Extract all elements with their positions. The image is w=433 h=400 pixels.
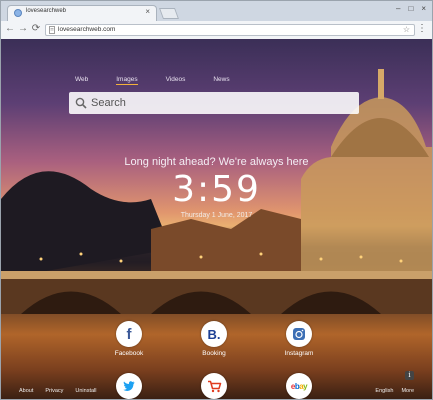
tab-bar: lovesearchweb × – □ × [1,1,432,21]
nav-videos[interactable]: Videos [166,76,186,85]
tab-close-icon[interactable]: × [145,7,150,16]
tile-facebook[interactable]: f Facebook [104,321,154,357]
clock-date: Thursday 1 June, 2017 [180,212,253,219]
back-icon[interactable]: ← [4,23,16,34]
reload-icon[interactable]: ⟳ [30,23,42,34]
favicon-icon [14,9,22,17]
nav-images[interactable]: Images [116,76,138,85]
search-type-nav: Web Images Videos News [75,76,230,85]
search-icon [75,97,87,109]
page-info-icon [49,26,55,34]
language-selector[interactable]: English [375,388,393,394]
footer-privacy[interactable]: Privacy [45,388,63,394]
tile-label: Facebook [114,350,144,357]
url-text: lovesearchweb.com [58,26,116,33]
close-window-icon[interactable]: × [421,4,426,13]
new-tab-page: Web Images Videos News Search Long night… [1,39,432,399]
bookmark-star-icon[interactable]: ☆ [403,25,410,34]
footer-right-links: English More [375,388,414,394]
footer-uninstall[interactable]: Uninstall [75,388,96,394]
minimize-icon[interactable]: – [396,4,400,13]
address-bar[interactable]: lovesearchweb.com ☆ [45,24,415,36]
tile-instagram[interactable]: Instagram [274,321,324,357]
search-placeholder: Search [91,97,126,109]
shopping-cart-icon [201,373,227,399]
tile-twitter[interactable] [104,373,154,399]
ebay-icon: ebay [286,373,312,399]
nav-web[interactable]: Web [75,76,88,85]
browser-menu-icon[interactable]: ⋮ [417,23,427,34]
more-link[interactable]: More [401,388,414,394]
booking-icon: B. [201,321,227,347]
twitter-icon [116,373,142,399]
maximize-icon[interactable]: □ [408,4,413,13]
new-tab-button[interactable] [158,8,180,19]
tile-shopping[interactable] [189,373,239,399]
browser-window: lovesearchweb × – □ × ← → ⟳ lovesearchwe… [0,0,433,400]
search-input[interactable]: Search [69,92,359,114]
tile-ebay[interactable]: ebay [274,373,324,399]
tile-label: Booking [202,350,226,357]
footer-links: About Privacy Uninstall [19,388,97,394]
forward-icon[interactable]: → [17,23,29,34]
info-icon[interactable]: i [405,371,414,380]
browser-toolbar: ← → ⟳ lovesearchweb.com ☆ ⋮ [1,21,432,40]
instagram-icon [286,321,312,347]
tab-title: lovesearchweb [26,8,67,14]
tile-booking[interactable]: B. Booking [189,321,239,357]
browser-tab[interactable]: lovesearchweb × [7,5,157,21]
clock-time: 3:59 [172,169,261,210]
nav-news[interactable]: News [213,76,229,85]
facebook-icon: f [116,321,142,347]
tile-label: Instagram [284,350,314,357]
tagline: Long night ahead? We're always here [124,156,309,168]
footer-about[interactable]: About [19,388,33,394]
window-controls: – □ × [396,4,426,13]
